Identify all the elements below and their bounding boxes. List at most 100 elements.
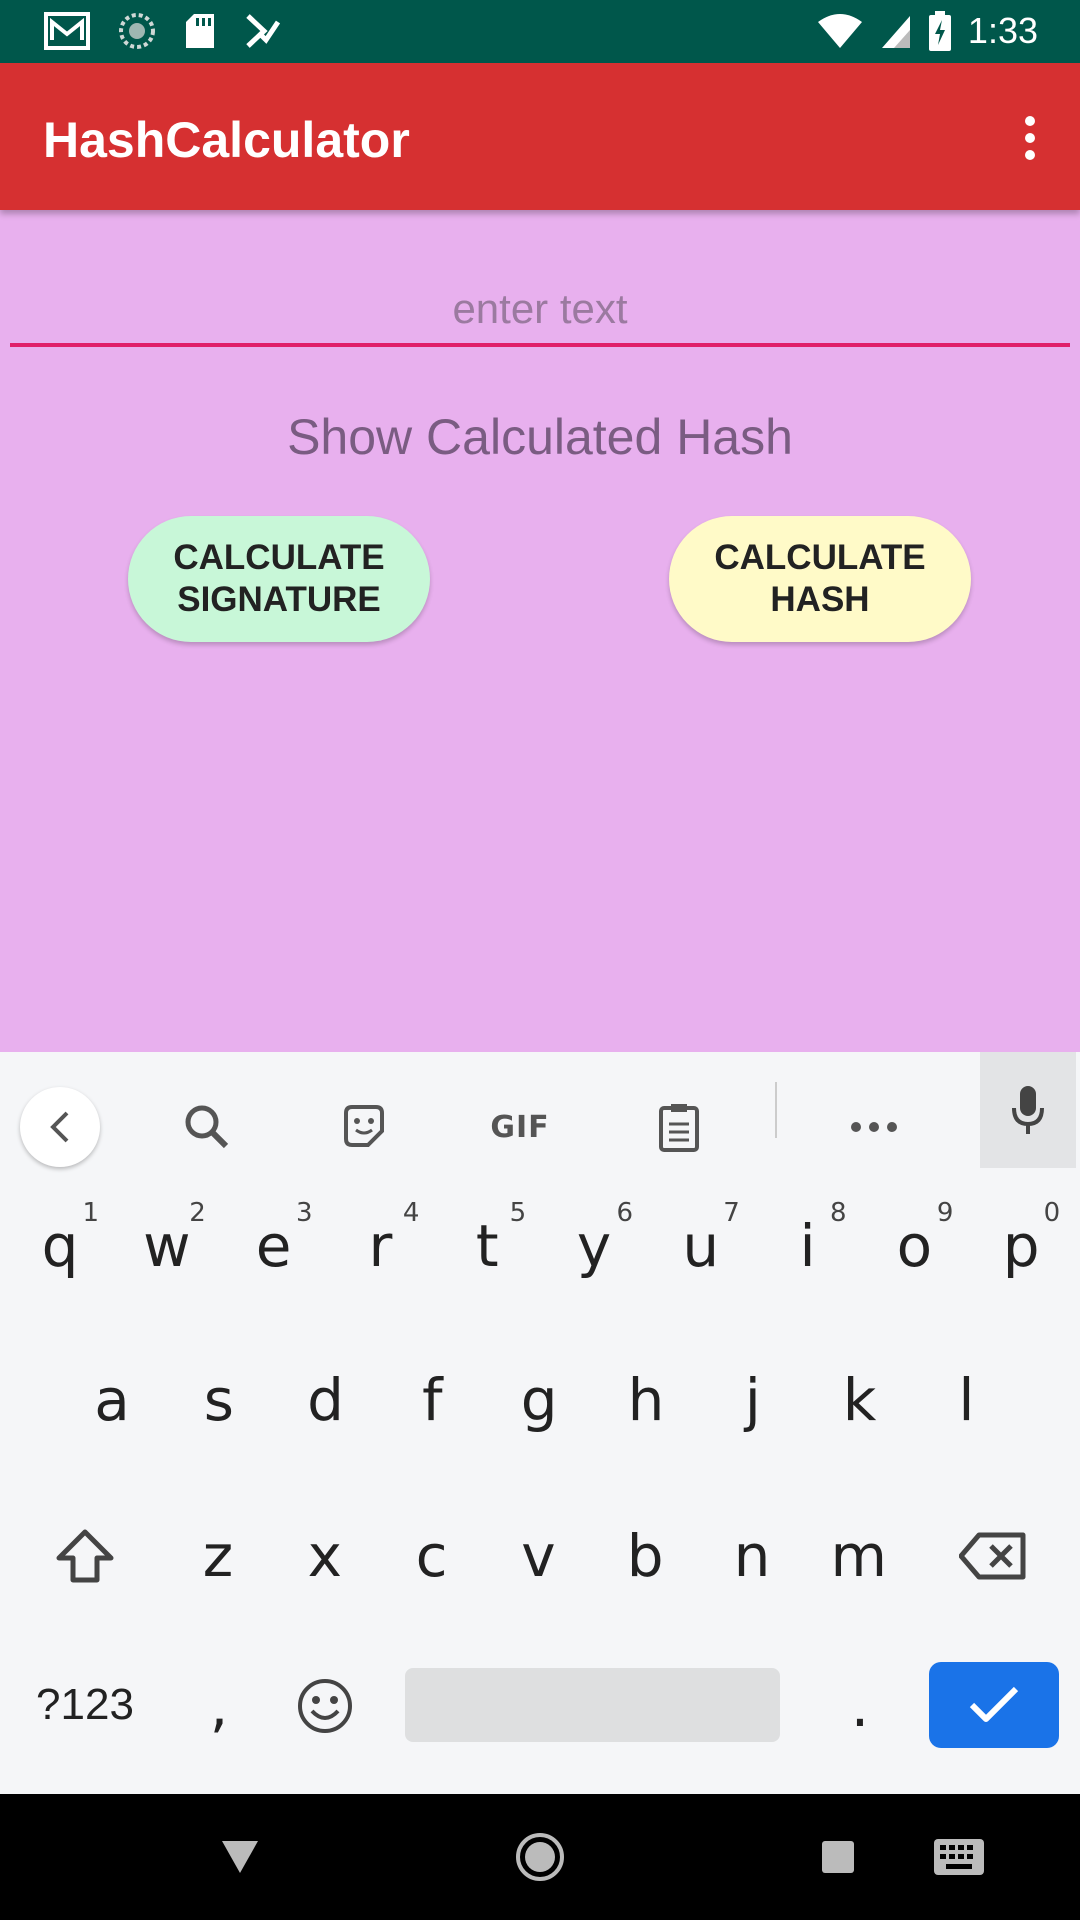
key-c[interactable]: c	[379, 1496, 485, 1616]
key-label: k	[842, 1366, 877, 1434]
key-label: d	[307, 1366, 344, 1434]
key-label: y	[576, 1212, 612, 1280]
comma-key[interactable]: ,	[166, 1646, 272, 1766]
navigation-bar	[0, 1794, 1080, 1920]
key-hint: 2	[189, 1198, 206, 1228]
back-triangle-icon[interactable]	[207, 1824, 273, 1890]
status-bar: 1:33	[0, 0, 1080, 63]
keyboard-toolbar: GIF	[0, 1052, 1080, 1168]
key-u[interactable]: u7	[648, 1186, 754, 1306]
key-hint: 8	[830, 1198, 847, 1228]
key-label: r	[368, 1212, 393, 1280]
menu-dot	[1025, 116, 1035, 126]
recents-square-icon[interactable]	[805, 1824, 871, 1890]
battery-charging-icon	[928, 11, 952, 51]
key-i[interactable]: i8	[755, 1186, 861, 1306]
key-label: a	[94, 1366, 130, 1434]
key-b[interactable]: b	[592, 1496, 698, 1616]
key-w[interactable]: w2	[114, 1186, 220, 1306]
key-p[interactable]: p0	[968, 1186, 1074, 1306]
gmail-icon	[44, 12, 90, 50]
key-label: t	[475, 1212, 499, 1280]
keyboard-switch-icon[interactable]	[926, 1824, 992, 1890]
key-f[interactable]: f	[379, 1340, 485, 1460]
key-label: m	[830, 1522, 888, 1590]
signal-icon	[880, 12, 912, 50]
key-label: o	[896, 1212, 933, 1280]
key-label: u	[682, 1212, 720, 1280]
key-h[interactable]: h	[593, 1340, 699, 1460]
calculate-signature-button[interactable]: CALCULATE SIGNATURE	[128, 516, 430, 642]
key-label: b	[626, 1522, 664, 1590]
period-key[interactable]: .	[807, 1646, 913, 1766]
key-label: w	[143, 1212, 191, 1280]
key-label: g	[520, 1366, 558, 1434]
key-label: i	[799, 1212, 816, 1280]
mic-icon[interactable]	[980, 1052, 1076, 1168]
key-x[interactable]: x	[272, 1496, 378, 1616]
key-e[interactable]: e3	[221, 1186, 327, 1306]
key-k[interactable]: k	[807, 1340, 913, 1460]
key-label: h	[627, 1366, 665, 1434]
key-label: f	[422, 1366, 443, 1434]
key-hint: 1	[82, 1198, 99, 1228]
key-label: x	[307, 1522, 342, 1590]
sync-icon	[118, 12, 156, 50]
key-n[interactable]: n	[699, 1496, 805, 1616]
key-v[interactable]: v	[485, 1496, 591, 1616]
key-s[interactable]: s	[166, 1340, 272, 1460]
key-label: s	[203, 1366, 234, 1434]
key-label: q	[41, 1212, 79, 1280]
search-icon[interactable]	[172, 1092, 242, 1162]
app-title: HashCalculator	[43, 112, 410, 168]
key-label: j	[744, 1366, 761, 1434]
key-hint: 6	[616, 1198, 633, 1228]
key-m[interactable]: m	[806, 1496, 912, 1616]
key-o[interactable]: o9	[861, 1186, 967, 1306]
key-g[interactable]: g	[486, 1340, 592, 1460]
key-t[interactable]: t5	[434, 1186, 540, 1306]
key-label: p	[1002, 1212, 1040, 1280]
key-label: z	[202, 1522, 234, 1590]
home-circle-icon[interactable]	[507, 1824, 573, 1890]
sticker-icon[interactable]	[329, 1092, 399, 1162]
key-y[interactable]: y6	[541, 1186, 647, 1306]
key-label: c	[415, 1522, 448, 1590]
key-q[interactable]: q1	[7, 1186, 113, 1306]
more-vert-icon[interactable]	[1010, 108, 1050, 168]
wifi-icon	[816, 12, 864, 50]
back-icon[interactable]	[20, 1087, 100, 1167]
more-horiz-icon[interactable]	[839, 1092, 909, 1162]
key-z[interactable]: z	[165, 1496, 271, 1616]
space-key[interactable]	[405, 1668, 780, 1742]
key-l[interactable]: l	[913, 1340, 1019, 1460]
enter-key[interactable]	[929, 1662, 1059, 1748]
shift-key[interactable]	[32, 1496, 138, 1616]
calculate-hash-button[interactable]: CALCULATE HASH	[669, 516, 971, 642]
key-hint: 0	[1043, 1198, 1061, 1228]
key-a[interactable]: a	[59, 1340, 165, 1460]
task-check-icon	[244, 12, 282, 50]
key-j[interactable]: j	[700, 1340, 806, 1460]
backspace-key[interactable]	[940, 1496, 1046, 1616]
emoji-key[interactable]	[272, 1646, 378, 1766]
status-time: 1:33	[967, 10, 1038, 51]
menu-dot	[1025, 133, 1035, 143]
clipboard-icon[interactable]	[644, 1092, 714, 1162]
gif-button[interactable]: GIF	[485, 1092, 555, 1162]
key-label: v	[521, 1522, 556, 1590]
key-d[interactable]: d	[273, 1340, 379, 1460]
text-input[interactable]	[10, 275, 1070, 347]
sd-card-icon	[184, 12, 216, 50]
menu-dot	[1025, 150, 1035, 160]
key-label: e	[255, 1212, 292, 1280]
key-hint: 3	[296, 1198, 313, 1228]
key-label: l	[958, 1366, 975, 1434]
symbols-key[interactable]: ?123	[20, 1665, 150, 1745]
key-label: n	[733, 1522, 771, 1590]
key-r[interactable]: r4	[327, 1186, 433, 1306]
hash-result-label: Show Calculated Hash	[287, 409, 793, 465]
key-hint: 9	[936, 1198, 954, 1228]
key-hint: 4	[402, 1198, 420, 1228]
key-hint: 7	[723, 1198, 740, 1228]
